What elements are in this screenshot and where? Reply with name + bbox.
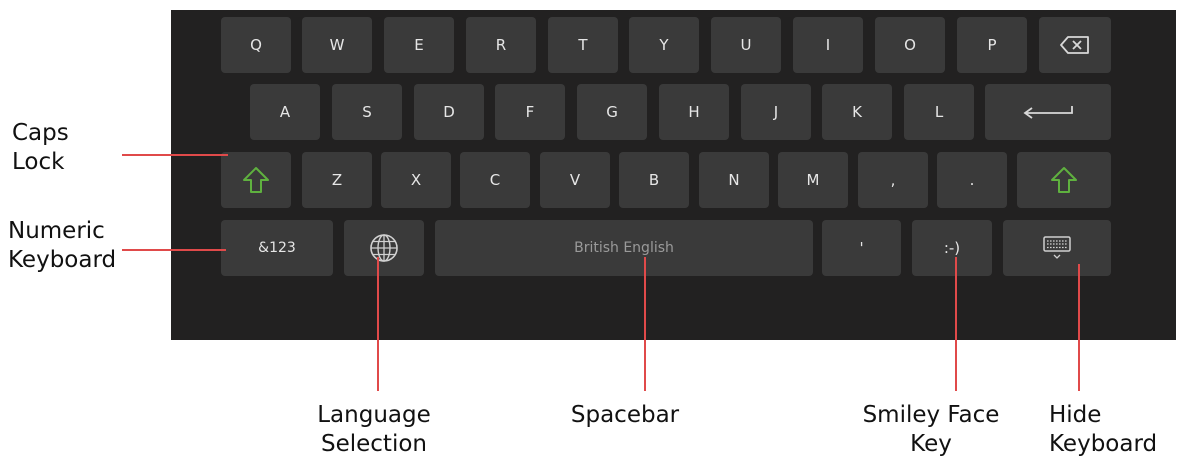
key-j[interactable]: J <box>741 84 811 140</box>
spacebar-callout: Spacebar <box>570 402 680 428</box>
enter-key[interactable] <box>985 84 1111 140</box>
key-k[interactable]: K <box>822 84 892 140</box>
enter-icon <box>1023 106 1073 119</box>
key-s[interactable]: S <box>332 84 402 140</box>
numeric-keyboard-key[interactable]: &123 <box>221 220 333 276</box>
backspace-key[interactable] <box>1039 17 1111 73</box>
key-period[interactable]: . <box>937 152 1007 208</box>
key-t[interactable]: T <box>548 17 618 73</box>
key-b[interactable]: B <box>619 152 689 208</box>
numeric-keyboard-leader-line <box>122 249 226 251</box>
caps-lock-callout: Caps Lock <box>12 120 69 175</box>
key-c[interactable]: C <box>460 152 530 208</box>
keyboard-hide-icon <box>1043 236 1071 259</box>
key-o[interactable]: O <box>875 17 945 73</box>
backspace-icon <box>1060 36 1089 54</box>
key-r[interactable]: R <box>466 17 536 73</box>
spacebar-leader-line <box>644 257 646 391</box>
key-g[interactable]: G <box>577 84 647 140</box>
hide-keyboard-leader-line <box>1078 264 1080 391</box>
key-i[interactable]: I <box>793 17 863 73</box>
language-selection-callout: Language Selection <box>317 402 431 457</box>
on-screen-keyboard: Q W E R T Y U I O P A S D F G H J K L Z … <box>171 10 1176 340</box>
key-v[interactable]: V <box>540 152 610 208</box>
key-f[interactable]: F <box>495 84 565 140</box>
key-q[interactable]: Q <box>221 17 291 73</box>
smiley-face-key[interactable]: :-) <box>912 220 992 276</box>
key-x[interactable]: X <box>381 152 451 208</box>
hide-keyboard-callout: Hide Keyboard <box>1049 402 1158 457</box>
language-selection-key[interactable] <box>344 220 424 276</box>
spacebar-key[interactable]: British English <box>435 220 813 276</box>
key-m[interactable]: M <box>778 152 848 208</box>
numeric-keyboard-callout: Numeric Keyboard <box>8 218 117 273</box>
caps-lock-key[interactable] <box>221 152 291 208</box>
key-u[interactable]: U <box>711 17 781 73</box>
smiley-face-callout: Smiley Face Key <box>862 402 1000 457</box>
key-a[interactable]: A <box>250 84 320 140</box>
shift-arrow-icon <box>243 167 269 193</box>
right-shift-key[interactable] <box>1017 152 1111 208</box>
key-comma[interactable]: , <box>858 152 928 208</box>
key-p[interactable]: P <box>957 17 1027 73</box>
caps-lock-leader-line <box>122 154 228 156</box>
key-h[interactable]: H <box>659 84 729 140</box>
key-w[interactable]: W <box>302 17 372 73</box>
globe-icon <box>370 234 398 262</box>
smiley-face-leader-line <box>955 257 957 391</box>
hide-keyboard-key[interactable] <box>1003 220 1111 276</box>
key-z[interactable]: Z <box>302 152 372 208</box>
language-selection-leader-line <box>377 257 379 391</box>
key-n[interactable]: N <box>699 152 769 208</box>
key-e[interactable]: E <box>384 17 454 73</box>
shift-arrow-icon <box>1051 167 1077 193</box>
key-y[interactable]: Y <box>629 17 699 73</box>
key-d[interactable]: D <box>414 84 484 140</box>
key-l[interactable]: L <box>904 84 974 140</box>
apostrophe-key[interactable]: ' <box>822 220 901 276</box>
